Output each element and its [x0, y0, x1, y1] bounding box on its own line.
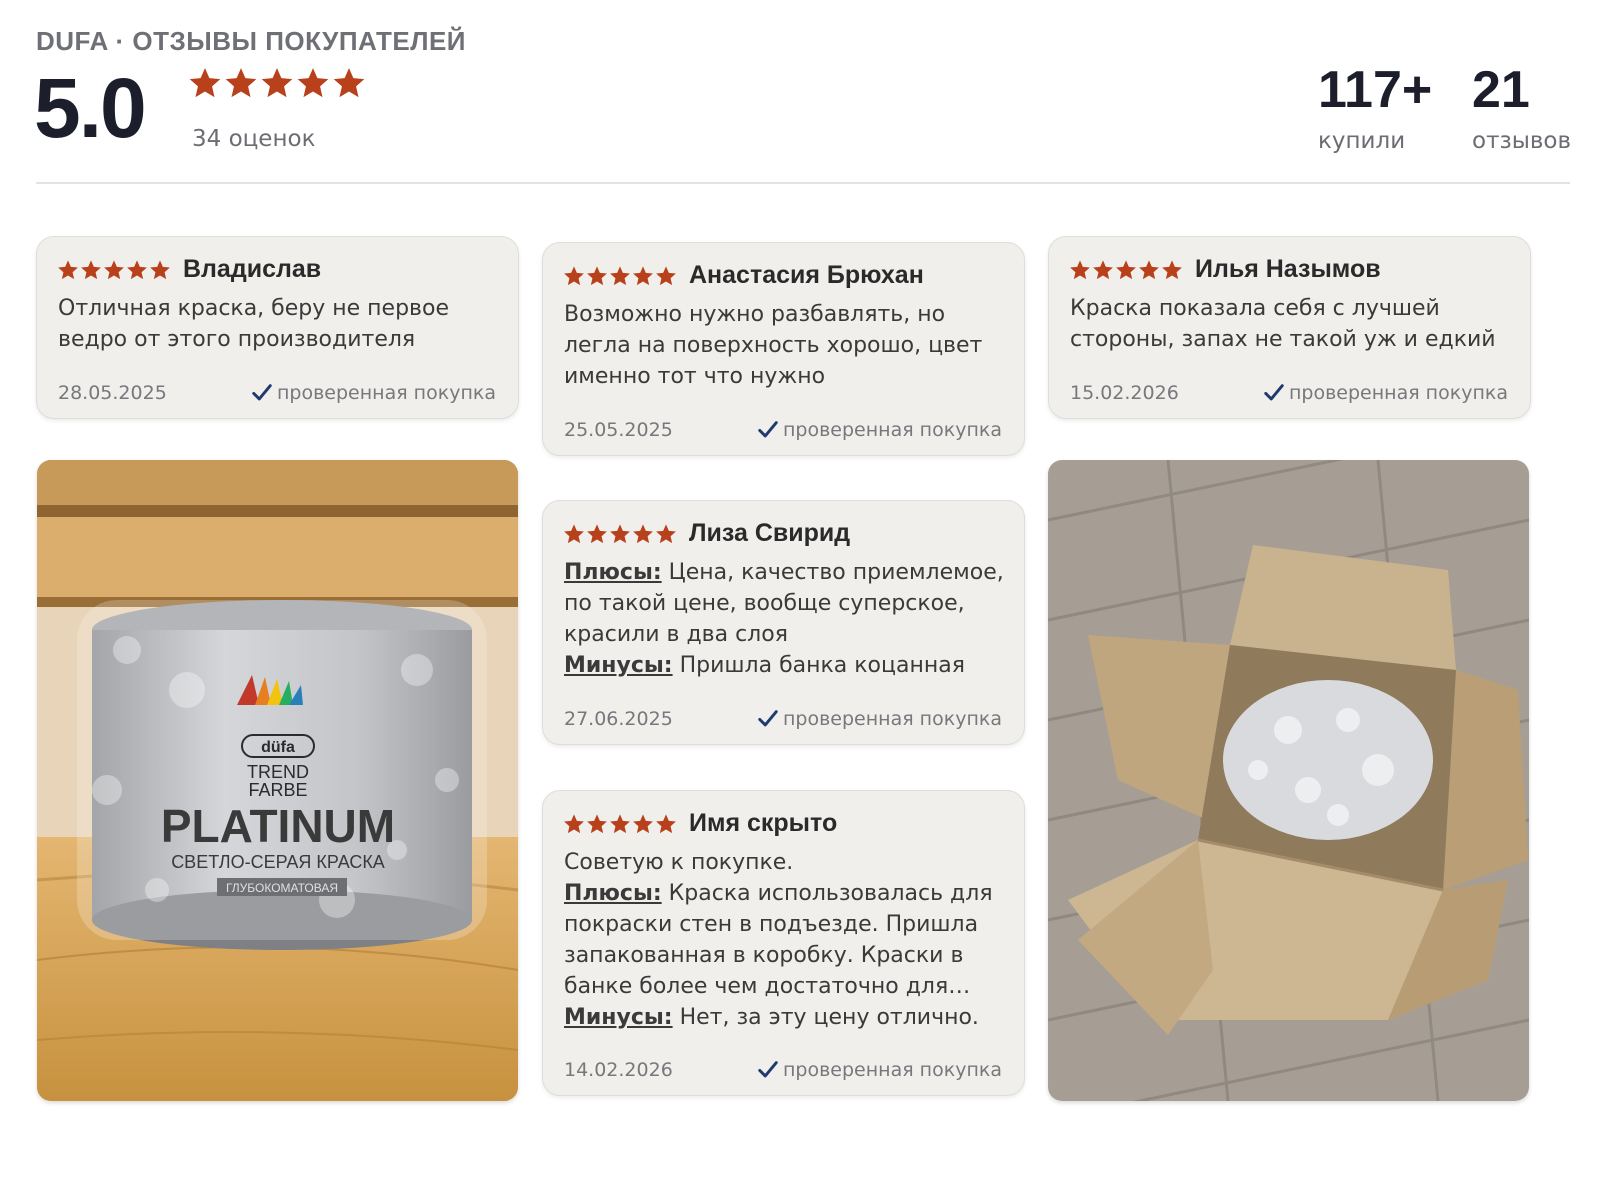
verified-badge: проверенная покупка	[757, 419, 1002, 441]
stat-reviews-value: 21	[1472, 61, 1530, 119]
review-text: Советую к покупке. Плюсы: Краска использ…	[564, 847, 1006, 1033]
star-icon	[609, 265, 631, 287]
star-icon	[563, 813, 585, 835]
verified-label: проверенная покупка	[782, 419, 1002, 441]
verified-badge: проверенная покупка	[251, 382, 496, 404]
review-text: Возможно нужно разбавлять, но легла на п…	[564, 302, 983, 389]
star-icon	[103, 259, 125, 281]
review-photo-box[interactable]	[1048, 460, 1529, 1101]
star-icon	[126, 259, 148, 281]
average-rating: 5.0	[34, 61, 147, 155]
star-icon	[80, 259, 102, 281]
stat-reviews: 21 отзывов	[1472, 64, 1571, 154]
review-author: Анастасия Брюхан	[689, 261, 924, 289]
verified-label: проверенная покупка	[276, 382, 496, 404]
check-icon	[757, 1059, 779, 1081]
cons-label: Минусы:	[564, 653, 673, 678]
verified-badge: проверенная покупка	[1263, 382, 1508, 404]
stat-reviews-label: отзывов	[1472, 128, 1572, 154]
review-text: Отличная краска, беру не первое ведро от…	[58, 296, 450, 352]
verified-label: проверенная покупка	[782, 708, 1002, 730]
check-icon	[251, 382, 273, 404]
rating-summary-header: DUFA · ОТЗЫВЫ ПОКУПАТЕЛЕЙ 5.0 34 оценок …	[34, 22, 1571, 184]
review-card[interactable]: Имя скрыто Советую к покупке. Плюсы: Кра…	[542, 790, 1025, 1096]
star-icon	[224, 66, 258, 100]
rating-stars	[188, 66, 366, 100]
box-image	[1048, 460, 1529, 1101]
star-icon	[632, 813, 654, 835]
star-icon	[1092, 259, 1114, 281]
star-icon	[57, 259, 79, 281]
star-icon	[1115, 259, 1137, 281]
star-icon	[188, 66, 222, 100]
review-card[interactable]: Анастасия Брюхан Возможно нужно разбавля…	[542, 242, 1025, 456]
star-icon	[632, 523, 654, 545]
review-card[interactable]: Лиза Свирид Плюсы: Цена, качество приемл…	[542, 500, 1025, 745]
star-icon	[563, 523, 585, 545]
review-card[interactable]: Владислав Отличная краска, беру не перво…	[36, 236, 519, 419]
star-icon	[149, 259, 171, 281]
can-finish: ГЛУБОКОМАТОВАЯ	[226, 881, 338, 895]
star-icon	[1138, 259, 1160, 281]
verified-badge: проверенная покупка	[757, 1059, 1002, 1081]
check-icon	[757, 708, 779, 730]
star-icon	[655, 813, 677, 835]
review-text: Краска показала себя с лучшей стороны, з…	[1070, 296, 1496, 352]
star-icon	[296, 66, 330, 100]
star-icon	[655, 265, 677, 287]
paint-can-image: düfa TREND FARBE PLATINUM СВЕТЛО-СЕРАЯ К…	[37, 460, 518, 1101]
star-icon	[1069, 259, 1091, 281]
star-icon	[332, 66, 366, 100]
review-stars	[57, 259, 171, 281]
review-date: 15.02.2026	[1070, 382, 1179, 404]
pros-label: Плюсы:	[564, 560, 662, 585]
verified-label: проверенная покупка	[782, 1059, 1002, 1081]
verified-badge: проверенная покупка	[757, 708, 1002, 730]
review-card[interactable]: Илья Назымов Краска показала себя с лучш…	[1048, 236, 1531, 419]
review-date: 27.06.2025	[564, 708, 673, 730]
review-date: 28.05.2025	[58, 382, 167, 404]
review-stars	[563, 265, 677, 287]
verified-label: проверенная покупка	[1288, 382, 1508, 404]
star-icon	[609, 523, 631, 545]
stat-bought: 117+ купили	[1318, 64, 1432, 154]
pros-label: Плюсы:	[564, 881, 662, 906]
review-author: Имя скрыто	[689, 809, 838, 837]
review-stars	[563, 523, 677, 545]
can-line1: TREND	[247, 762, 309, 782]
star-icon	[655, 523, 677, 545]
review-stars	[563, 813, 677, 835]
cons-label: Минусы:	[564, 1005, 673, 1030]
star-icon	[632, 265, 654, 287]
cons-text: Нет, за эту цену отлично.	[679, 1005, 979, 1030]
review-author: Владислав	[183, 255, 322, 283]
review-text: Плюсы: Цена, качество приемлемое, по так…	[564, 557, 1006, 681]
star-icon	[586, 265, 608, 287]
star-icon	[586, 523, 608, 545]
star-icon	[609, 813, 631, 835]
stat-bought-value: 117+	[1318, 61, 1433, 119]
review-date: 14.02.2026	[564, 1059, 673, 1081]
can-logo: düfa	[261, 739, 295, 756]
review-summary: Советую к покупке.	[564, 850, 794, 875]
rating-count: 34 оценок	[192, 126, 316, 152]
review-author: Лиза Свирид	[689, 519, 851, 547]
page-title: DUFA · ОТЗЫВЫ ПОКУПАТЕЛЕЙ	[36, 26, 466, 56]
review-photo-paint-can[interactable]: düfa TREND FARBE PLATINUM СВЕТЛО-СЕРАЯ К…	[37, 460, 518, 1101]
star-icon	[563, 265, 585, 287]
review-author: Илья Назымов	[1195, 255, 1381, 283]
stat-bought-label: купили	[1318, 128, 1406, 154]
cons-text: Пришла банка коцанная	[679, 653, 965, 678]
can-product-name: PLATINUM	[161, 800, 395, 852]
can-line2: FARBE	[248, 780, 307, 800]
star-icon	[1161, 259, 1183, 281]
star-icon	[260, 66, 294, 100]
check-icon	[757, 419, 779, 441]
star-icon	[586, 813, 608, 835]
review-stars	[1069, 259, 1183, 281]
check-icon	[1263, 382, 1285, 404]
can-subtitle: СВЕТЛО-СЕРАЯ КРАСКА	[171, 852, 385, 872]
review-date: 25.05.2025	[564, 419, 673, 441]
